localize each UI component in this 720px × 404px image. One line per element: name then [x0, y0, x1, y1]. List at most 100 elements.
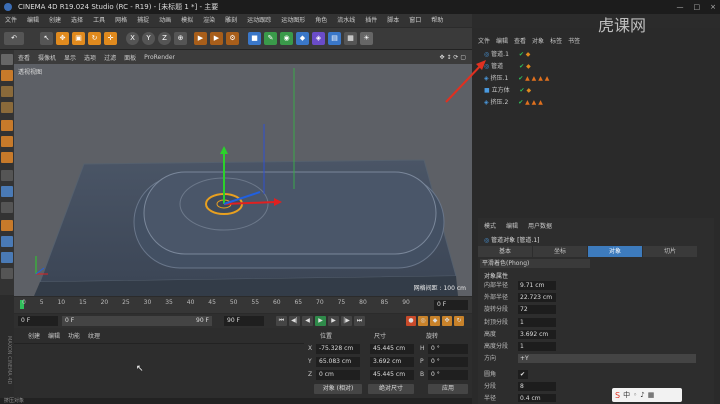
- menu-simulate[interactable]: 模拟: [176, 14, 198, 27]
- param-cap-segments-field[interactable]: 1: [518, 318, 556, 327]
- close-button[interactable]: ×: [710, 0, 716, 14]
- world-coordinates-icon[interactable]: ⊕: [174, 32, 187, 45]
- object-menu-bookmarks[interactable]: 书签: [568, 36, 580, 45]
- position-key-icon[interactable]: ✥: [442, 316, 452, 326]
- planar-workplane-icon[interactable]: [1, 252, 13, 263]
- viewport-menu-prorender[interactable]: ProRender: [140, 54, 179, 61]
- menu-animate[interactable]: 动画: [154, 14, 176, 27]
- menu-mesh[interactable]: 网格: [110, 14, 132, 27]
- object-menu-edit[interactable]: 编辑: [496, 36, 508, 45]
- spline-pen-icon[interactable]: ✎: [264, 32, 277, 45]
- object-menu-tags[interactable]: 标签: [550, 36, 562, 45]
- object-menu-file[interactable]: 文件: [478, 36, 490, 45]
- attribute-menu-mode[interactable]: 模式: [484, 221, 496, 230]
- move-icon[interactable]: ✥: [56, 32, 69, 45]
- rotate-icon[interactable]: ↻: [88, 32, 101, 45]
- rotation-b-field[interactable]: 0 °: [428, 370, 468, 380]
- texture-mode-icon[interactable]: [1, 86, 13, 97]
- ime-punct-icon[interactable]: ◦: [633, 391, 637, 399]
- position-y-field[interactable]: 65.083 cm: [316, 357, 360, 367]
- prev-frame-icon[interactable]: ◀: [302, 316, 313, 326]
- auto-key-icon[interactable]: ◎: [418, 316, 428, 326]
- tab-slice[interactable]: 切片: [643, 246, 697, 257]
- param-fillet-segments-field[interactable]: 8: [518, 382, 556, 391]
- visibility-check-icon[interactable]: ✔: [519, 51, 524, 58]
- menu-motion-tracker[interactable]: 运动跟踪: [242, 14, 276, 27]
- minimize-button[interactable]: —: [677, 0, 684, 14]
- attribute-menu-edit[interactable]: 编辑: [506, 221, 518, 230]
- workplane-icon[interactable]: [1, 102, 13, 113]
- param-height-segments-field[interactable]: 1: [518, 342, 556, 351]
- menu-select[interactable]: 选择: [66, 14, 88, 27]
- object-row[interactable]: ◈ 挤压.2 ✔ ▲ ▲ ▲: [484, 98, 543, 108]
- ime-mode-icon[interactable]: 中: [623, 390, 630, 400]
- ime-mic-icon[interactable]: ♪: [640, 391, 644, 399]
- ime-keyboard-icon[interactable]: ▦: [648, 391, 655, 399]
- material-menu-create[interactable]: 创建: [28, 331, 40, 340]
- undo-icon[interactable]: ↶: [4, 32, 24, 45]
- viewport-menu-cameras[interactable]: 摄像机: [34, 53, 60, 62]
- subdivision-icon[interactable]: ◉: [280, 32, 293, 45]
- material-tags-icon[interactable]: ▲ ▲ ▲ ▲: [525, 75, 549, 82]
- position-z-field[interactable]: 0 cm: [316, 370, 360, 380]
- menu-snap[interactable]: 捕捉: [132, 14, 154, 27]
- tag-icon[interactable]: ◆: [526, 51, 531, 58]
- cube-icon[interactable]: ■: [248, 32, 261, 45]
- select-icon[interactable]: ↖: [40, 32, 53, 45]
- object-row[interactable]: ◎ 管道.1 ✔ ◆: [484, 50, 530, 60]
- visibility-check-icon[interactable]: ✔: [518, 75, 523, 82]
- material-menu-edit[interactable]: 编辑: [48, 331, 60, 340]
- viewport-menu-filter[interactable]: 过滤: [100, 53, 120, 62]
- size-x-field[interactable]: 45.445 cm: [370, 344, 414, 354]
- material-menu-texture[interactable]: 纹理: [88, 331, 100, 340]
- tag-icon[interactable]: ◆: [526, 63, 531, 70]
- param-height-field[interactable]: 3.692 cm: [518, 330, 556, 339]
- param-inner-radius-field[interactable]: 9.71 cm: [518, 281, 556, 290]
- object-menu-objects[interactable]: 对象: [532, 36, 544, 45]
- position-x-field[interactable]: -75.328 cm: [316, 344, 360, 354]
- points-mode-icon[interactable]: [1, 120, 13, 131]
- menu-render[interactable]: 渲染: [198, 14, 220, 27]
- keyframe-selection-icon[interactable]: ◆: [430, 316, 440, 326]
- render-view-icon[interactable]: ▶: [194, 32, 207, 45]
- rotation-p-field[interactable]: 0 °: [428, 357, 468, 367]
- tab-coordinates[interactable]: 坐标: [533, 246, 587, 257]
- prev-key-icon[interactable]: ◀|: [289, 316, 300, 326]
- play-icon[interactable]: ▶: [315, 316, 326, 326]
- goto-end-icon[interactable]: ⏭: [354, 316, 365, 326]
- render-picture-viewer-icon[interactable]: ▶: [210, 32, 223, 45]
- viewport-menu-options[interactable]: 选项: [80, 53, 100, 62]
- camera-icon[interactable]: ▦: [344, 32, 357, 45]
- scale-icon[interactable]: ▣: [72, 32, 85, 45]
- param-fillet-checkbox[interactable]: ✔: [518, 370, 528, 379]
- object-row[interactable]: ◎ 管道 ✔ ◆: [484, 62, 531, 72]
- timeline-ruler[interactable]: 0 5 10 15 20 25 30 35 40 45 50 55 60 65 …: [14, 297, 472, 313]
- menu-window[interactable]: 窗口: [404, 14, 426, 27]
- coordinate-mode-select[interactable]: 对象 (相对): [314, 384, 362, 394]
- menu-create[interactable]: 创建: [44, 14, 66, 27]
- object-row[interactable]: ■ 立方体 ✔ ◆: [484, 86, 531, 96]
- menu-pipeline[interactable]: 流水线: [332, 14, 360, 27]
- menu-edit[interactable]: 编辑: [22, 14, 44, 27]
- object-menu-view[interactable]: 查看: [514, 36, 526, 45]
- material-menu-function[interactable]: 功能: [68, 331, 80, 340]
- y-axis-icon[interactable]: Y: [142, 32, 155, 45]
- menu-plugins[interactable]: 插件: [360, 14, 382, 27]
- menu-sculpt[interactable]: 雕刻: [220, 14, 242, 27]
- param-orientation-select[interactable]: +Y: [518, 354, 696, 363]
- quantize-icon[interactable]: [1, 268, 13, 279]
- material-tags-icon[interactable]: ▲ ▲ ▲: [525, 99, 543, 106]
- param-fillet-radius-field[interactable]: 0.4 cm: [518, 394, 556, 402]
- rotation-h-field[interactable]: 0 °: [428, 344, 468, 354]
- size-mode-select[interactable]: 绝对尺寸: [368, 384, 414, 394]
- soft-selection-icon[interactable]: [1, 220, 13, 231]
- polygons-mode-icon[interactable]: [1, 152, 13, 163]
- param-rotation-segments-field[interactable]: 72: [518, 305, 556, 314]
- end-frame-field[interactable]: 90 F: [224, 316, 264, 326]
- size-y-field[interactable]: 3.692 cm: [370, 357, 414, 367]
- goto-start-icon[interactable]: ⏮: [276, 316, 287, 326]
- apply-button[interactable]: 应用: [428, 384, 468, 394]
- record-key-icon[interactable]: ●: [406, 316, 416, 326]
- attribute-menu-userdata[interactable]: 用户数据: [528, 221, 552, 230]
- tab-object[interactable]: 对象: [588, 246, 642, 257]
